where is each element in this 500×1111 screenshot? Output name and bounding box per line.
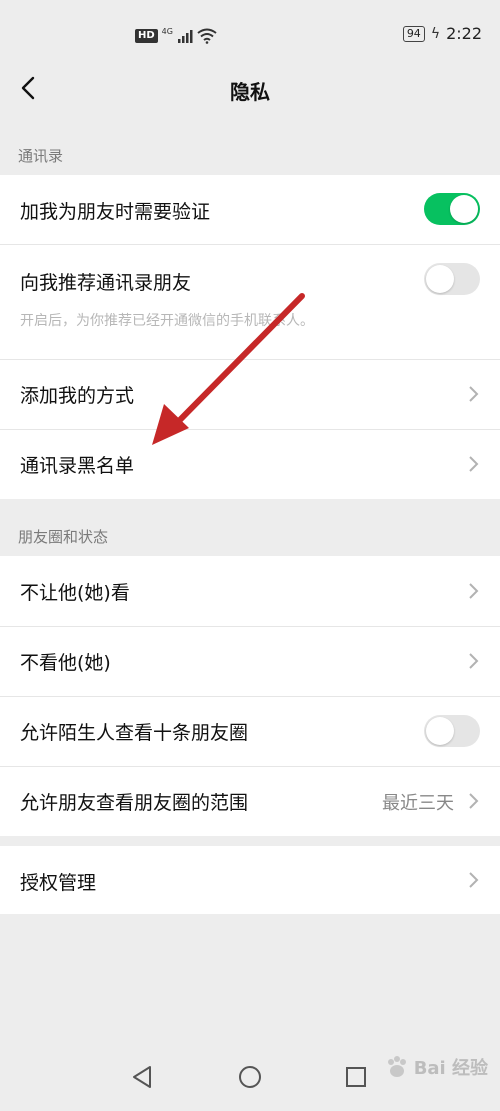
triangle-back-icon[interactable] — [128, 1062, 158, 1092]
row-label: 允许陌生人查看十条朋友圈 — [20, 722, 249, 744]
row-label: 不看他(她) — [20, 652, 111, 674]
row-moments-range[interactable]: 允许朋友查看朋友圈的范围 最近三天 — [0, 766, 500, 836]
recommend-contacts-toggle[interactable] — [424, 263, 480, 295]
battery-indicator: 94 — [402, 25, 425, 42]
row-contacts-blacklist[interactable]: 通讯录黑名单 — [0, 429, 500, 499]
section-header-moments: 朋友圈和状态 — [18, 528, 109, 546]
row-label: 向我推荐通讯录朋友 — [20, 272, 192, 294]
section-header-contacts: 通讯录 — [18, 147, 64, 165]
watermark-text: Bai 经验 — [413, 1058, 488, 1079]
moments-range-value: 最近三天 — [382, 793, 454, 814]
page-title: 隐私 — [230, 80, 270, 104]
charging-bolt-icon: ϟ — [430, 25, 441, 42]
row-recommend-contacts[interactable]: 向我推荐通讯录朋友 开启后，为你推荐已经开通微信的手机联系人。 — [0, 244, 500, 359]
paw-icon — [387, 1056, 406, 1077]
toggle-knob — [426, 265, 454, 293]
chevron-right-icon — [469, 456, 479, 472]
row-strangers-view-ten[interactable]: 允许陌生人查看十条朋友圈 — [0, 696, 500, 766]
chevron-right-icon — [469, 583, 479, 599]
row-authorization-management[interactable]: 授权管理 — [0, 846, 500, 914]
wifi-icon — [197, 28, 217, 44]
status-icons: HD 4G — [135, 26, 217, 46]
chevron-right-icon — [469, 793, 479, 809]
row-label: 授权管理 — [20, 872, 97, 894]
status-bar: HD 4G 94 ϟ 2:22 — [0, 0, 500, 60]
baidu-watermark: Bai 经验 — [384, 1054, 488, 1080]
circle-home-icon[interactable] — [235, 1062, 265, 1092]
chevron-right-icon — [469, 872, 479, 888]
row-ways-to-add-me[interactable]: 添加我的方式 — [0, 359, 500, 429]
hd-badge: HD — [135, 29, 158, 43]
signal-icon — [177, 30, 193, 43]
title-bar: 隐私 — [0, 60, 500, 116]
square-recents-icon[interactable] — [341, 1062, 371, 1092]
toggle-knob — [450, 195, 478, 223]
verification-toggle[interactable] — [424, 193, 480, 225]
status-right: 94 ϟ 2:22 — [402, 24, 482, 43]
row-sublabel: 开启后，为你推荐已经开通微信的手机联系人。 — [20, 313, 314, 329]
row-label: 不让他(她)看 — [20, 582, 130, 604]
row-label: 添加我的方式 — [20, 385, 135, 407]
moments-group: 不让他(她)看 不看他(她) 允许陌生人查看十条朋友圈 允许朋友查看朋友圈的范围… — [0, 556, 500, 836]
auth-group: 授权管理 — [0, 846, 500, 914]
chevron-right-icon — [469, 386, 479, 402]
strangers-view-toggle[interactable] — [424, 715, 480, 747]
row-label: 加我为朋友时需要验证 — [20, 201, 211, 223]
row-hide-their-moments[interactable]: 不看他(她) — [0, 626, 500, 696]
row-hide-my-moments[interactable]: 不让他(她)看 — [0, 556, 500, 626]
toggle-knob — [426, 717, 454, 745]
status-time: 2:22 — [446, 24, 482, 43]
row-require-verification[interactable]: 加我为朋友时需要验证 — [0, 175, 500, 244]
contacts-group: 加我为朋友时需要验证 向我推荐通讯录朋友 开启后，为你推荐已经开通微信的手机联系… — [0, 175, 500, 499]
network-type: 4G — [161, 26, 173, 36]
row-label: 允许朋友查看朋友圈的范围 — [20, 792, 249, 814]
row-label: 通讯录黑名单 — [20, 455, 135, 477]
chevron-right-icon — [469, 653, 479, 669]
